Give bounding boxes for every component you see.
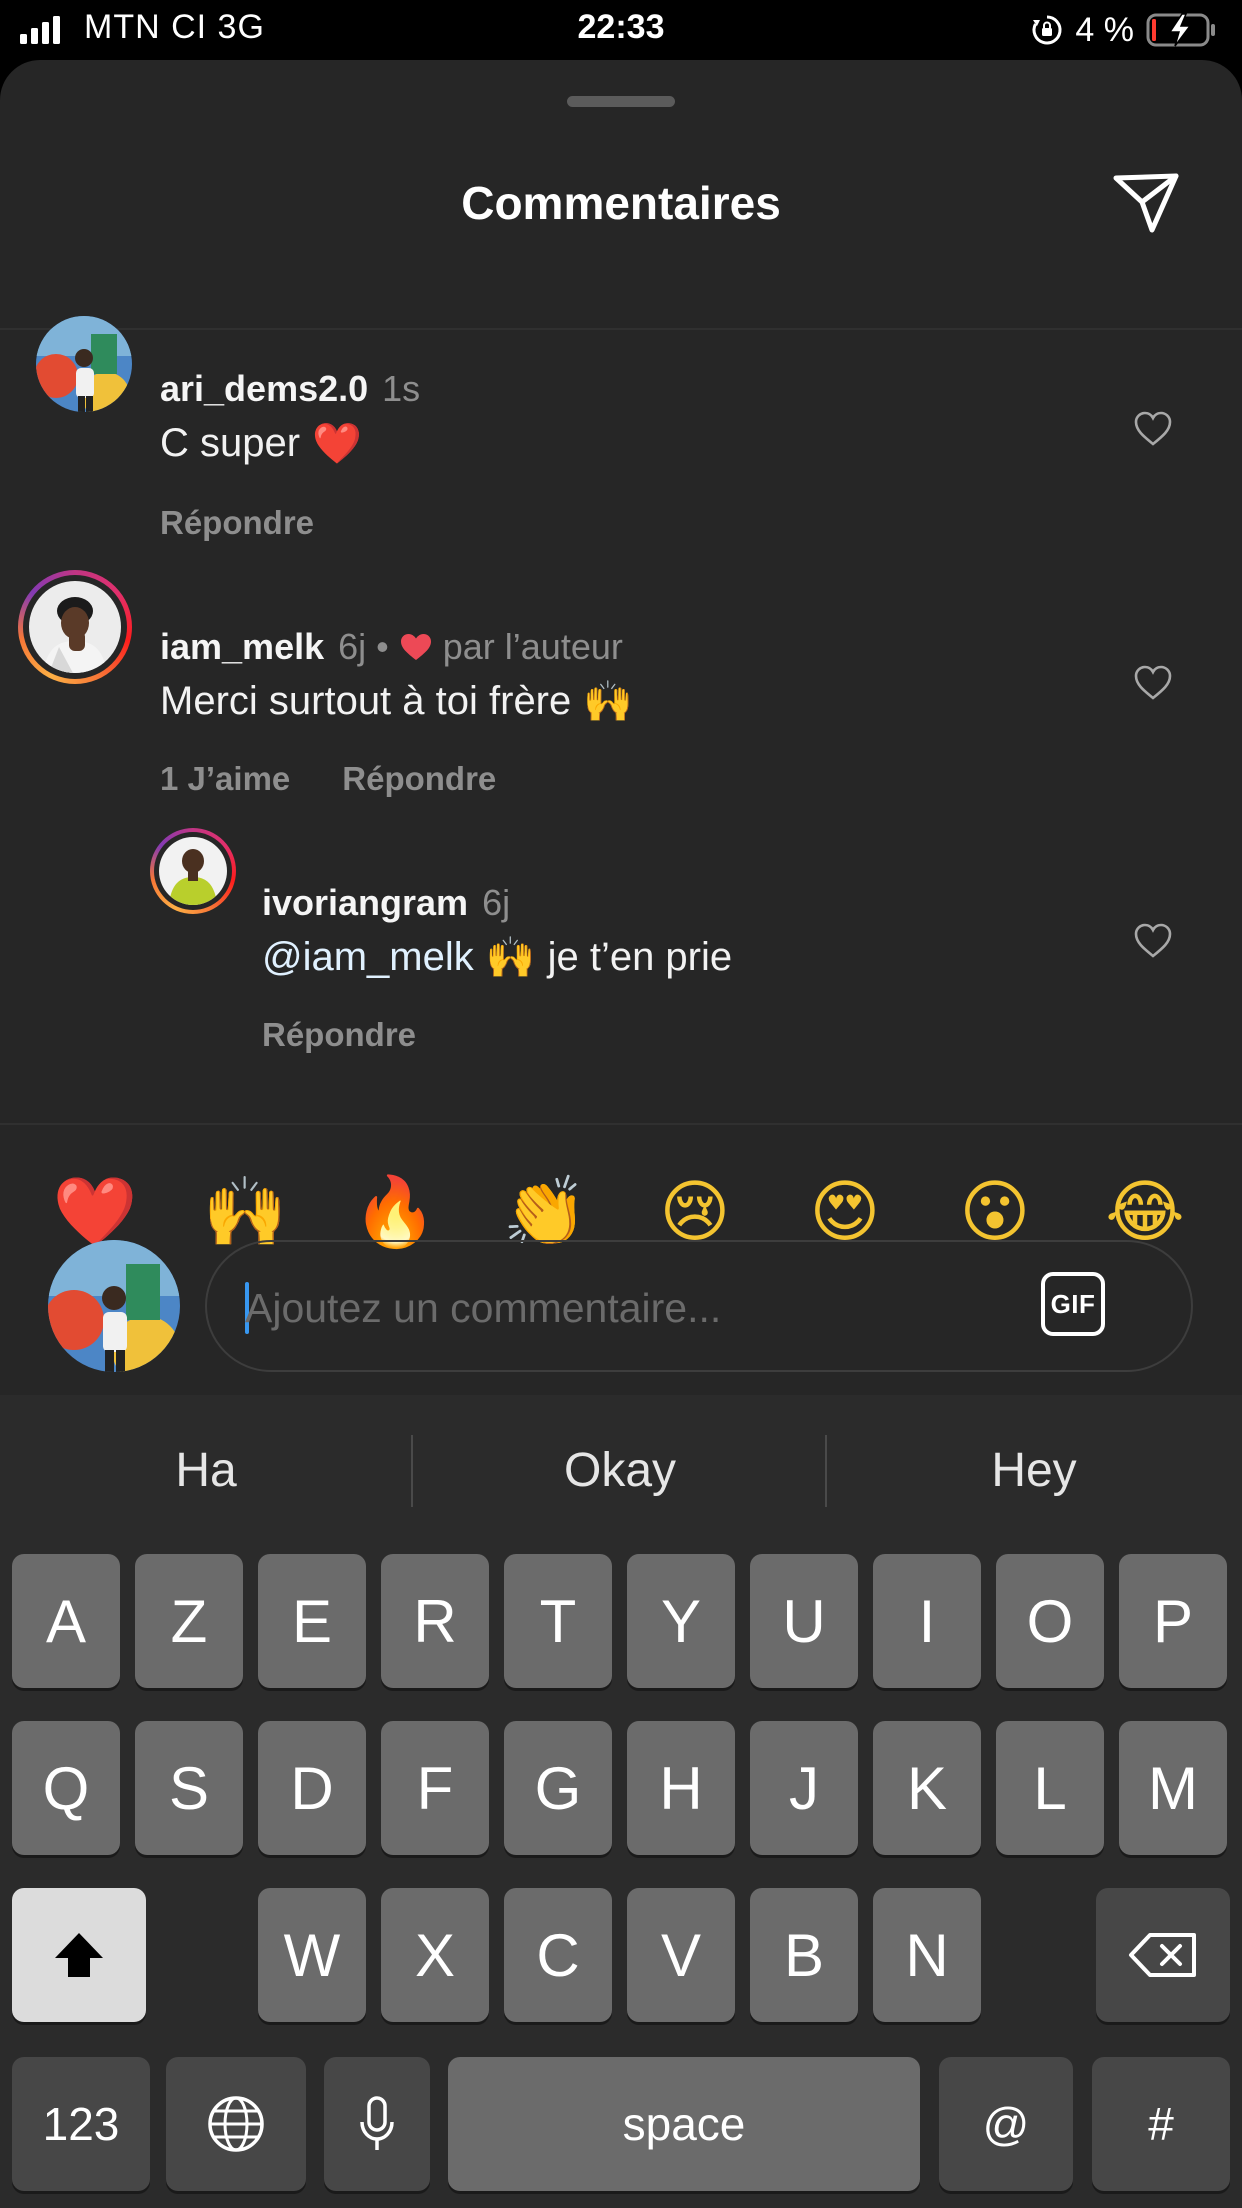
key-u[interactable]: U xyxy=(750,1554,858,1688)
key-e[interactable]: E xyxy=(258,1554,366,1688)
key-v[interactable]: V xyxy=(627,1888,735,2022)
key-r[interactable]: R xyxy=(381,1554,489,1688)
reply-button[interactable]: Répondre xyxy=(342,760,496,798)
avatar[interactable] xyxy=(29,581,121,673)
backspace-icon xyxy=(1129,1933,1196,1977)
raised-hands-emoji: 🙌 xyxy=(583,679,634,725)
comment-header: ari_dems2.0 1s xyxy=(160,368,420,410)
key-t[interactable]: T xyxy=(504,1554,612,1688)
comment-actions: Répondre xyxy=(160,504,314,542)
comment-text: @iam_melk 🙌 je t’en prie xyxy=(262,934,732,981)
key-o[interactable]: O xyxy=(996,1554,1104,1688)
key-s[interactable]: S xyxy=(135,1721,243,1855)
prediction-2[interactable]: Okay xyxy=(414,1395,826,1545)
battery-charging-icon xyxy=(1146,13,1215,47)
composer-divider xyxy=(0,1123,1242,1125)
comment-text: C super ❤️ xyxy=(160,420,362,467)
like-heart-icon[interactable] xyxy=(1133,664,1173,702)
comment-body: Merci surtout à toi frère xyxy=(160,679,572,723)
comments-sheet: Commentaires ari_dems2.0 1s C super ❤️ R… xyxy=(0,60,1242,1395)
comment-actions: Répondre xyxy=(262,1016,416,1054)
key-l[interactable]: L xyxy=(996,1721,1104,1855)
comment-timestamp: 6j xyxy=(338,626,367,667)
composer-avatar xyxy=(48,1240,180,1372)
orientation-lock-icon xyxy=(1032,15,1062,45)
battery-percent: 4 % xyxy=(1075,10,1134,49)
comment-header: iam_melk 6j • par l’auteur xyxy=(160,626,623,668)
send-icon[interactable] xyxy=(1112,172,1180,234)
raised-hands-emoji: 🙌 xyxy=(485,935,536,981)
comment-timestamp: 1s xyxy=(382,368,421,409)
globe-icon xyxy=(208,2096,264,2152)
comment-body: je t’en prie xyxy=(547,935,733,979)
liked-by-author-label: par l’auteur xyxy=(442,626,623,667)
numbers-key[interactable]: 123 xyxy=(12,2057,150,2191)
predictive-bar: Ha Okay Hey xyxy=(0,1395,1242,1545)
like-heart-icon[interactable] xyxy=(1133,922,1173,960)
separator-dot: • xyxy=(376,626,389,667)
comment-username[interactable]: ari_dems2.0 xyxy=(160,368,368,410)
key-n[interactable]: N xyxy=(873,1888,981,2022)
key-g[interactable]: G xyxy=(504,1721,612,1855)
key-b[interactable]: B xyxy=(750,1888,858,2022)
comment-input[interactable]: Ajoutez un commentaire... GIF xyxy=(205,1240,1193,1372)
prediction-divider xyxy=(411,1435,413,1507)
microphone-icon xyxy=(360,2096,394,2150)
key-i[interactable]: I xyxy=(873,1554,981,1688)
key-z[interactable]: Z xyxy=(135,1554,243,1688)
reply-button[interactable]: Répondre xyxy=(160,504,314,542)
avatar[interactable] xyxy=(36,316,132,412)
comment-body: C super xyxy=(160,421,301,465)
at-key[interactable]: @ xyxy=(939,2057,1073,2191)
author-liked-heart-icon xyxy=(400,634,431,660)
key-w[interactable]: W xyxy=(258,1888,366,2022)
header-divider xyxy=(0,328,1242,330)
key-k[interactable]: K xyxy=(873,1721,981,1855)
heart-emoji: ❤️ xyxy=(312,421,362,467)
comment-timestamp: 6j xyxy=(482,882,511,923)
comment-actions: 1 J’aime Répondre xyxy=(160,760,496,798)
reply-button[interactable]: Répondre xyxy=(262,1016,416,1054)
shift-key[interactable] xyxy=(12,1888,146,2022)
key-f[interactable]: F xyxy=(381,1721,489,1855)
key-y[interactable]: Y xyxy=(627,1554,735,1688)
avatar[interactable] xyxy=(159,837,227,905)
globe-key[interactable] xyxy=(166,2057,306,2191)
key-p[interactable]: P xyxy=(1119,1554,1227,1688)
comment-header: ivoriangram 6j xyxy=(262,882,510,924)
shift-arrow-icon xyxy=(55,1933,103,1977)
gif-button[interactable]: GIF xyxy=(1041,1272,1105,1336)
comment-username[interactable]: iam_melk xyxy=(160,626,324,668)
comment-placeholder: Ajoutez un commentaire... xyxy=(245,1285,722,1331)
prediction-1[interactable]: Ha xyxy=(0,1395,412,1545)
key-m[interactable]: M xyxy=(1119,1721,1227,1855)
key-d[interactable]: D xyxy=(258,1721,366,1855)
page-title: Commentaires xyxy=(461,177,781,229)
comment-username[interactable]: ivoriangram xyxy=(262,882,468,924)
key-c[interactable]: C xyxy=(504,1888,612,2022)
likes-count[interactable]: 1 J’aime xyxy=(160,760,290,798)
prediction-3[interactable]: Hey xyxy=(828,1395,1240,1545)
comment-text: Merci surtout à toi frère 🙌 xyxy=(160,678,633,725)
space-key[interactable]: space xyxy=(448,2057,920,2191)
like-heart-icon[interactable] xyxy=(1133,410,1173,448)
key-q[interactable]: Q xyxy=(12,1721,120,1855)
sheet-grabber[interactable] xyxy=(567,96,675,107)
key-a[interactable]: A xyxy=(12,1554,120,1688)
key-x[interactable]: X xyxy=(381,1888,489,2022)
prediction-divider xyxy=(825,1435,827,1507)
keyboard: Ha Okay Hey A Z E R T Y U I O P Q S D F … xyxy=(0,1395,1242,2208)
key-j[interactable]: J xyxy=(750,1721,858,1855)
status-bar: MTN CI 3G 22:33 4 % xyxy=(0,0,1242,60)
dictation-key[interactable] xyxy=(324,2057,430,2191)
mention-link[interactable]: @iam_melk xyxy=(262,935,474,980)
hash-key[interactable]: # xyxy=(1092,2057,1230,2191)
delete-key[interactable] xyxy=(1096,1888,1230,2022)
key-h[interactable]: H xyxy=(627,1721,735,1855)
